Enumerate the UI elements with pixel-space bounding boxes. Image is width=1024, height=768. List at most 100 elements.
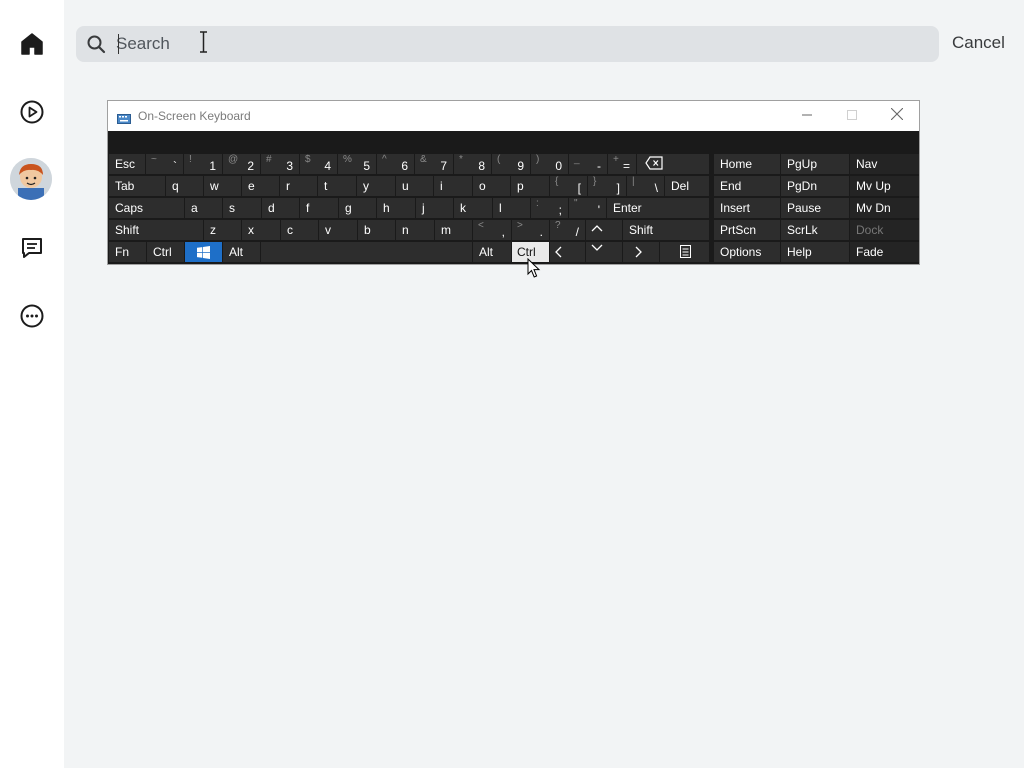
key-w[interactable]: w [204,176,241,196]
minimize-button[interactable] [784,101,830,131]
mouse-pointer-icon [527,257,541,284]
key-fn[interactable]: Fn [109,242,146,262]
key-nav[interactable]: Nav [850,154,919,174]
key-menu[interactable] [660,242,709,262]
key-4[interactable]: $4 [300,154,337,174]
key-m[interactable]: m [435,220,472,240]
avatar[interactable] [10,158,52,200]
key-backslash[interactable]: | \ [627,176,664,196]
key-u[interactable]: u [396,176,433,196]
key-backspace[interactable] [637,154,709,174]
key-alt-left[interactable]: Alt [223,242,260,262]
key-e[interactable]: e [242,176,279,196]
key-7[interactable]: & 7 [415,154,453,174]
key-arrow-down[interactable] [586,242,622,262]
key-pgup[interactable]: PgUp [781,154,849,174]
key-6[interactable]: ^ 6 [377,154,414,174]
key-shift-left[interactable]: Shift [109,220,203,240]
key-i[interactable]: i [434,176,472,196]
key-caps[interactable]: Caps [109,198,184,218]
key-b[interactable]: b [358,220,395,240]
key-1[interactable]: ! 1 [184,154,222,174]
key-dock[interactable]: Dock [850,220,919,240]
close-icon [890,107,904,125]
key-n[interactable]: n [396,220,434,240]
key-d[interactable]: d [262,198,299,218]
chat-icon [19,235,45,261]
key-semicolon[interactable]: :; [531,198,568,218]
osk-title: On-Screen Keyboard [138,109,251,123]
key-h[interactable]: h [377,198,415,218]
key-insert[interactable]: Insert [714,198,780,218]
key-pgdn[interactable]: PgDn [781,176,849,196]
key-minus[interactable]: _ - [569,154,607,174]
key-s[interactable]: s [223,198,261,218]
key-ctrl-left[interactable]: Ctrl [147,242,184,262]
search-input[interactable] [116,26,916,62]
key-backtick[interactable]: ~ ` [146,154,183,174]
key-a[interactable]: a [185,198,222,218]
key-p[interactable]: p [511,176,549,196]
play-button[interactable] [12,92,52,132]
close-button[interactable] [874,101,920,131]
minimize-icon [802,107,812,125]
key-tab[interactable]: Tab [109,176,165,196]
search-icon [86,34,106,59]
key-0[interactable]: ) 0 [531,154,568,174]
key-c[interactable]: c [281,220,318,240]
key-z[interactable]: z [204,220,241,240]
key-9[interactable]: (9 [492,154,530,174]
backspace-icon [645,156,663,173]
key-l[interactable]: l [493,198,530,218]
key-move-up[interactable]: Mv Up [850,176,919,196]
key-quote[interactable]: " ' [569,198,606,218]
key-scrlk[interactable]: ScrLk [781,220,849,240]
key-r[interactable]: r [280,176,317,196]
key-home[interactable]: Home [714,154,780,174]
key-period[interactable]: >. [512,220,549,240]
key-equals[interactable]: + = [608,154,636,174]
key-windows[interactable] [185,242,222,262]
key-v[interactable]: v [319,220,357,240]
key-prtscn[interactable]: PrtScn [714,220,780,240]
key-help[interactable]: Help [781,242,849,262]
key-arrow-right[interactable] [623,242,659,262]
key-fade[interactable]: Fade [850,242,919,262]
chevron-left-icon [554,245,564,262]
key-arrow-up[interactable] [586,220,622,240]
key-3[interactable]: #3 [261,154,299,174]
key-move-down[interactable]: Mv Dn [850,198,919,218]
key-comma[interactable]: <, [473,220,511,240]
key-alt-right[interactable]: Alt [473,242,511,262]
maximize-button[interactable] [829,101,875,131]
key-options[interactable]: Options [714,242,780,262]
key-shift-right[interactable]: Shift [623,220,709,240]
cancel-button[interactable]: Cancel [952,33,1005,53]
osk-titlebar[interactable]: On-Screen Keyboard [108,101,919,131]
key-x[interactable]: x [242,220,280,240]
key-5[interactable]: % 5 [338,154,376,174]
key-end[interactable]: End [714,176,780,196]
key-o[interactable]: o [473,176,510,196]
key-left-bracket[interactable]: {[ [550,176,587,196]
key-2[interactable]: @2 [223,154,260,174]
chat-button[interactable] [12,228,52,268]
key-del[interactable]: Del [665,176,709,196]
key-slash[interactable]: ? / [550,220,585,240]
key-f[interactable]: f [300,198,338,218]
key-j[interactable]: j [416,198,453,218]
key-right-bracket[interactable]: }] [588,176,626,196]
key-enter[interactable]: Enter [607,198,709,218]
key-space[interactable] [261,242,472,262]
key-esc[interactable]: Esc [109,154,145,174]
key-arrow-left[interactable] [550,242,585,262]
key-pause[interactable]: Pause [781,198,849,218]
key-8[interactable]: * 8 [454,154,491,174]
key-y[interactable]: y [357,176,395,196]
home-button[interactable] [12,24,52,64]
key-t[interactable]: t [318,176,356,196]
key-g[interactable]: g [339,198,376,218]
more-button[interactable] [12,296,52,336]
key-k[interactable]: k [454,198,492,218]
key-q[interactable]: q [166,176,203,196]
